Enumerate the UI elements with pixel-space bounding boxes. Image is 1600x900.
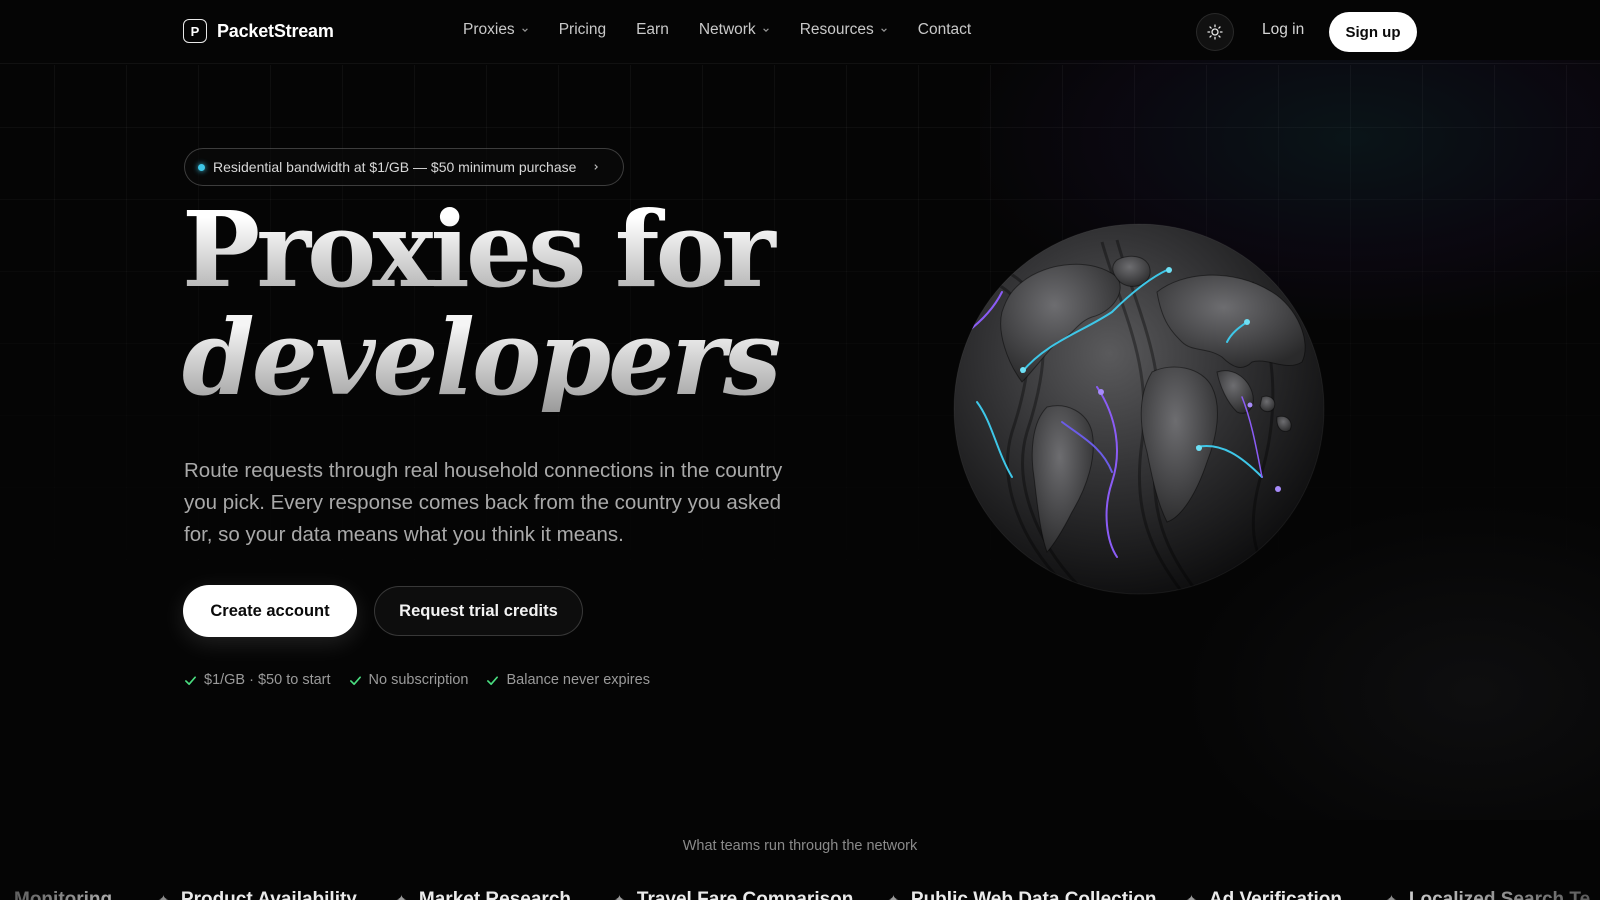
globe-illustration — [952, 222, 1326, 596]
chevron-down-icon — [762, 28, 769, 32]
request-trial-credits-button[interactable]: Request trial credits — [374, 586, 583, 636]
announcement-pill[interactable]: Residential bandwidth at $1/GB — $50 min… — [184, 148, 624, 186]
check-item: Balance never expires — [486, 672, 650, 688]
hero-headline-line1: Proxies for — [182, 196, 779, 304]
use-case-label: Product Availability — [180, 889, 357, 900]
hero-subtitle: Route requests through real household co… — [184, 459, 783, 546]
use-case-item: ✦ Public Web Data Collection — [888, 890, 1157, 900]
chevron-down-icon — [521, 28, 528, 32]
check-item-label: Balance never expires — [506, 672, 650, 688]
nav-item-label: Proxies — [463, 21, 515, 38]
create-account-button[interactable]: Create account — [183, 585, 357, 637]
nav-item-label: Contact — [917, 21, 972, 38]
brand-logo-icon: P — [183, 19, 207, 43]
brand[interactable]: P PacketStream — [183, 19, 334, 43]
use-case-label: Travel Fare Comparison — [636, 889, 854, 900]
sparkle-icon: ✦ — [158, 892, 169, 900]
login-link[interactable]: Log in — [1262, 21, 1304, 39]
globe-icon — [953, 223, 1325, 595]
nav-item-contact[interactable]: Contact — [918, 21, 971, 39]
nav-item-label: Network — [698, 21, 756, 38]
sparkle-icon: ✦ — [1186, 892, 1197, 900]
use-case-item: ✦ Travel Fare Comparison — [614, 890, 853, 900]
nav-item-network[interactable]: Network — [699, 21, 770, 39]
check-icon — [185, 675, 196, 685]
check-icon — [349, 675, 361, 685]
use-case-label: Public Web Data Collection — [910, 889, 1157, 900]
check-item: No subscription — [349, 672, 469, 688]
status-dot-icon — [198, 163, 205, 171]
top-navigation: P PacketStream Proxies Pricing Earn Netw… — [0, 0, 1600, 64]
sparkle-icon: ✦ — [888, 892, 899, 900]
use-cases-marquee: Monitoring ✦ Product Availability ✦ Mark… — [0, 888, 1600, 900]
use-case-item: ✦ Ad Verification — [1186, 890, 1342, 900]
use-case-item: ✦ Market Research — [396, 890, 571, 900]
brand-name: PacketStream — [217, 20, 334, 41]
hero-headline: Proxies for developers — [182, 196, 782, 419]
use-case-label: Ad Verification — [1208, 889, 1342, 900]
sparkle-icon: ✦ — [614, 892, 625, 900]
main-menu: Proxies Pricing Earn Network Resources C… — [463, 21, 971, 39]
chevron-right-icon — [594, 164, 599, 170]
nav-item-label: Resources — [799, 21, 874, 38]
check-item: $1/GB · $50 to start — [184, 672, 331, 688]
signup-button[interactable]: Sign up — [1329, 12, 1417, 52]
nav-item-proxies[interactable]: Proxies — [463, 21, 529, 39]
sun-icon — [1207, 24, 1223, 40]
use-case-label: Monitoring — [14, 889, 113, 900]
nav-item-label: Pricing — [558, 21, 607, 38]
hero-headline-line2: developers — [182, 296, 782, 419]
announcement-text: Residential bandwidth at $1/GB — $50 min… — [213, 159, 577, 175]
use-case-item: ✦ Product Availability — [158, 890, 357, 900]
nav-item-pricing[interactable]: Pricing — [559, 21, 606, 39]
nav-item-resources[interactable]: Resources — [800, 21, 888, 39]
feature-checklist: $1/GB · $50 to start No subscription Bal… — [184, 672, 650, 688]
nav-item-label: Earn — [636, 21, 669, 38]
use-cases-label: What teams run through the network — [682, 838, 918, 854]
use-case-label: Localized Search Te — [1408, 889, 1591, 900]
theme-toggle-button[interactable] — [1196, 13, 1234, 51]
nav-item-earn[interactable]: Earn — [636, 21, 669, 39]
sparkle-icon: ✦ — [396, 892, 407, 900]
use-case-item: ✦ Localized Search Te — [1386, 890, 1590, 900]
chevron-down-icon — [880, 28, 887, 32]
check-item-label: No subscription — [368, 672, 469, 688]
use-case-item: Monitoring — [14, 890, 112, 900]
use-case-label: Market Research — [418, 889, 571, 900]
check-icon — [487, 675, 499, 685]
sparkle-icon: ✦ — [1386, 892, 1397, 900]
check-item-label: $1/GB · $50 to start — [204, 672, 331, 688]
